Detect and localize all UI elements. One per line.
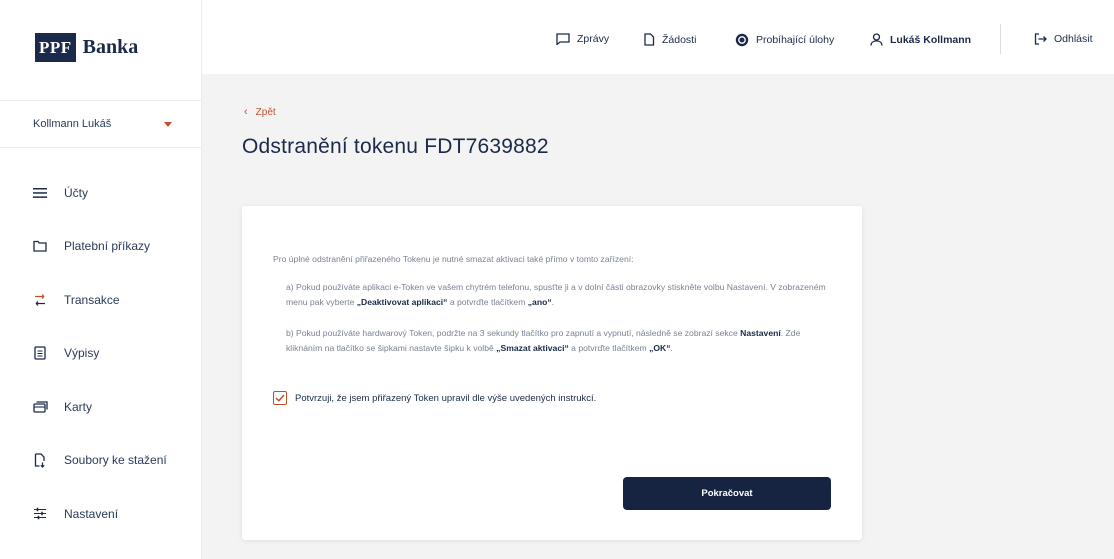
sidebar: PPF Banka Kollmann Lukáš Účty Platební p…	[0, 0, 202, 559]
instruction-b-bold: „OK“	[649, 343, 671, 353]
document-icon	[32, 345, 48, 361]
instruction-b-text: .	[670, 343, 673, 353]
confirm-label: Potvrzuji, že jsem přiřazený Token uprav…	[295, 392, 597, 404]
sidebar-item-label: Platební příkazy	[64, 239, 151, 254]
file-icon	[644, 33, 655, 46]
back-link[interactable]: ‹ Zpět	[244, 106, 276, 118]
sidebar-item-label: Nastavení	[64, 506, 119, 521]
instruction-a: a) Pokud používáte aplikaci e-Token ve v…	[286, 280, 831, 310]
progress-icon	[735, 33, 749, 47]
page-title: Odstranění tokenu FDT7639882	[242, 135, 549, 158]
header-divider	[1000, 24, 1001, 54]
sidebar-item-label: Soubory ke stažení	[64, 453, 167, 468]
running-tasks-label: Probíhající úlohy	[756, 34, 835, 46]
instruction-b: b) Pokud používáte hardwarový Token, pod…	[286, 326, 831, 356]
sidebar-item-settings[interactable]: Nastavení	[0, 487, 202, 541]
card-icon	[32, 399, 48, 415]
top-bar: Zprávy Žádosti Probíhající úlohy Lukáš K…	[202, 0, 1114, 74]
continue-button[interactable]: Pokračovat	[623, 477, 831, 510]
sidebar-item-payment-orders[interactable]: Platební příkazy	[0, 220, 202, 274]
sidebar-item-label: Karty	[64, 399, 93, 414]
folder-icon	[32, 238, 48, 254]
requests-link[interactable]: Žádosti	[644, 33, 696, 46]
menu-icon	[32, 185, 48, 201]
logout-link[interactable]: Odhlásit	[1034, 33, 1093, 45]
requests-label: Žádosti	[662, 33, 697, 46]
instruction-b-bold: „Smazat aktivaci“	[496, 343, 569, 353]
sidebar-item-statements[interactable]: Výpisy	[0, 327, 202, 381]
sidebar-item-transactions[interactable]: Transakce	[0, 273, 202, 327]
user-profile-link[interactable]: Lukáš Kollmann	[870, 33, 971, 46]
logout-label: Odhlásit	[1054, 33, 1093, 45]
instruction-a-text: a potvrďte tlačítkem	[447, 297, 528, 307]
instruction-a-bold: „ano“	[527, 297, 552, 307]
sidebar-item-accounts[interactable]: Účty	[0, 166, 202, 220]
file-download-icon	[32, 452, 48, 468]
instruction-b-bold: Nastavení	[740, 328, 781, 338]
logo-text: Banka	[82, 36, 139, 58]
confirm-checkbox[interactable]	[273, 391, 287, 405]
user-icon	[870, 33, 883, 46]
token-removal-card: Pro úplné odstranění přiřazeného Tokenu …	[242, 206, 862, 540]
sidebar-nav: Účty Platební příkazy Transakce Výpisy K…	[0, 166, 202, 541]
back-label: Zpět	[255, 106, 276, 118]
confirm-row[interactable]: Potvrzuji, že jsem přiřazený Token uprav…	[273, 391, 596, 405]
message-icon	[556, 33, 570, 45]
instruction-b-text: b) Pokud používáte hardwarový Token, pod…	[286, 328, 741, 338]
intro-text: Pro úplné odstranění přiřazeného Tokenu …	[273, 254, 634, 264]
running-tasks-link[interactable]: Probíhající úlohy	[735, 33, 834, 47]
sidebar-item-downloads[interactable]: Soubory ke stažení	[0, 434, 202, 488]
client-selector-value: Kollmann Lukáš	[33, 118, 112, 130]
logo-mark: PPF	[35, 33, 76, 62]
chevron-left-icon: ‹	[244, 106, 248, 118]
transfer-icon	[32, 292, 48, 308]
instruction-b-text: a potvrďte tlačítkem	[568, 343, 650, 353]
user-name: Lukáš Kollmann	[890, 33, 972, 46]
caret-down-icon	[164, 122, 172, 127]
ppf-banka-logo[interactable]: PPF Banka	[35, 33, 138, 62]
logout-icon	[1034, 33, 1047, 45]
sidebar-item-label: Účty	[64, 185, 88, 200]
instruction-a-bold: „Deaktivovat aplikaci“	[356, 297, 448, 307]
messages-label: Zprávy	[577, 33, 610, 45]
client-selector[interactable]: Kollmann Lukáš	[0, 100, 202, 148]
sidebar-item-label: Transakce	[64, 292, 120, 307]
instruction-a-text: .	[551, 297, 555, 307]
messages-link[interactable]: Zprávy	[556, 33, 609, 45]
sidebar-item-cards[interactable]: Karty	[0, 380, 202, 434]
sidebar-item-label: Výpisy	[64, 346, 100, 361]
checkmark-icon	[275, 394, 285, 402]
sliders-icon	[32, 506, 48, 522]
